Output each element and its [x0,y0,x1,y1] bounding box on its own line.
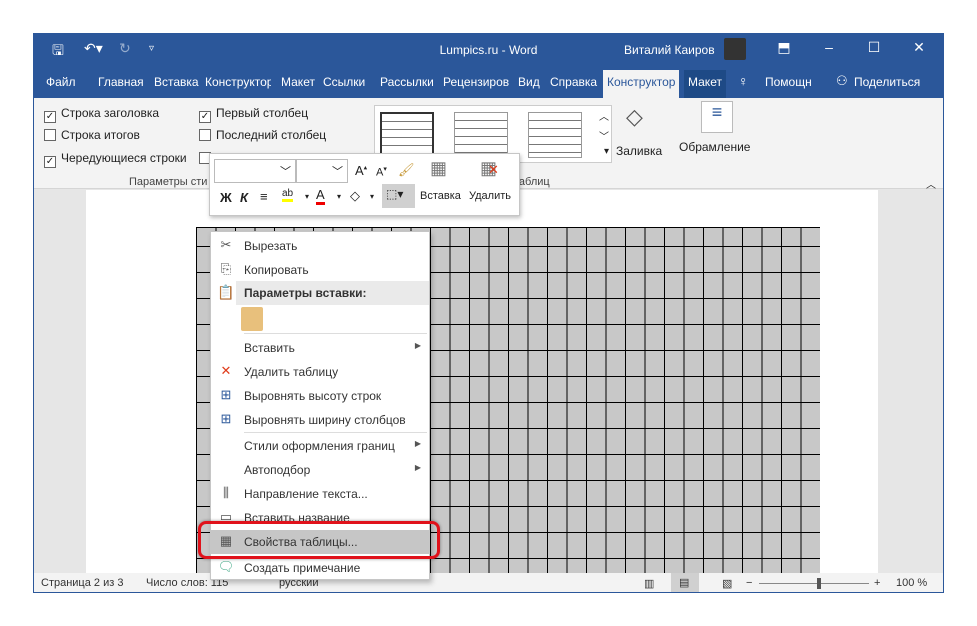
menu-item-copy[interactable]: ⎘ Копировать [211,258,429,282]
tab-insert[interactable]: Вставка [154,75,199,89]
shading-color-icon[interactable]: ◇ [350,188,360,204]
menu-item-new-comment[interactable]: 🗨 Создать примечание [211,556,429,580]
submenu-arrow-icon: ▶ [414,439,421,448]
tab-table-design[interactable]: Конструктор [603,70,680,98]
menu-item-delete-table[interactable]: ✕ Удалить таблицу [211,360,429,384]
table-style-option[interactable] [454,112,508,158]
first-column-checkbox[interactable]: ✓ Первый столбец [199,106,308,123]
delete-table-mini-icon[interactable]: ▦✕ [480,158,499,179]
copy-icon: ⎘ [220,261,232,276]
highlight-color-icon[interactable]: ab [282,188,294,202]
read-mode-icon[interactable]: ▥ [644,577,654,590]
lightbulb-icon: ♀ [738,73,749,89]
paste-options-header: Параметры вставки: [236,281,429,305]
highlight-annotation [198,521,440,559]
collapse-ribbon-icon[interactable]: ︿ [926,176,936,191]
table-style-option[interactable] [528,112,582,158]
highlight-dropdown-icon[interactable]: ▾ [305,192,309,201]
print-layout-icon[interactable]: ▤ [671,573,699,592]
web-layout-icon[interactable]: ▧ [722,577,732,590]
group-label-style-options: Параметры сти [129,176,208,188]
title-bar: 🖫 ↶▾ ↻ ▿ Lumpics.ru - Word Виталий Каиро… [34,34,943,65]
submenu-arrow-icon: ▶ [414,341,421,350]
ribbon-display-icon[interactable]: ⬒ [774,39,794,56]
menu-item-insert[interactable]: Вставить ▶ [211,336,429,360]
distribute-columns-icon: ⊞ [220,411,232,426]
shading-icon[interactable]: ◇ [626,104,643,130]
zoom-in-icon[interactable]: + [874,577,880,589]
tab-references[interactable]: Ссылки [323,75,365,89]
tab-mailings[interactable]: Рассылки [380,75,434,89]
shading-dropdown-icon[interactable]: ▾ [370,192,374,201]
font-name-dropdown[interactable]: ﹀ [214,159,296,183]
menu-item-distribute-columns[interactable]: ⊞ Выровнять ширину столбцов [211,408,429,432]
menu-item-border-styles[interactable]: Стили оформления границ ▶ [211,434,429,458]
submenu-arrow-icon: ▶ [414,463,421,472]
bold-button[interactable]: Ж [220,190,232,205]
comment-icon: 🗨 [217,559,235,574]
tab-help[interactable]: Справка [550,75,597,89]
delete-table-icon: ✕ [220,363,232,378]
delete-button[interactable]: Удалить [469,190,511,202]
page [86,190,878,573]
avatar[interactable] [724,38,746,60]
word-window: 🖫 ↶▾ ↻ ▿ Lumpics.ru - Word Виталий Каиро… [33,33,944,593]
minimize-icon[interactable]: – [819,39,839,55]
italic-button[interactable]: К [240,190,248,205]
insert-table-icon[interactable]: ▦ [430,158,447,179]
align-center-icon[interactable]: ≡ [260,189,268,204]
page-count[interactable]: Страница 2 из 3 [41,577,123,589]
close-icon[interactable]: ✕ [909,39,929,56]
user-name[interactable]: Виталий Каиров [624,43,715,57]
tab-home[interactable]: Главная [98,75,144,89]
gallery-more-icon[interactable]: ▾ [604,146,609,157]
borders-mini-button[interactable]: ⬚▾ [382,184,415,208]
status-bar: Страница 2 из 3 Число слов: 115 русский … [34,573,943,592]
tab-design[interactable]: Конструктор [205,75,271,89]
gallery-scroll-up-icon[interactable]: ︿ [599,108,609,123]
menu-item-text-direction[interactable]: ⫼ Направление текста... [211,482,429,506]
header-row-checkbox[interactable]: ✓ Строка заголовка [44,106,159,123]
tab-review[interactable]: Рецензиров [443,75,509,89]
total-row-checkbox[interactable]: Строка итогов [44,128,140,142]
tab-view[interactable]: Вид [518,75,540,89]
insert-button[interactable]: Вставка [420,190,461,202]
distribute-rows-icon: ⊞ [220,387,232,402]
grow-font-icon[interactable]: A▴ [355,163,367,178]
text-direction-icon: ⫼ [223,485,229,500]
shading-button[interactable]: Заливка [616,144,662,158]
share-icon: ⚇ [836,73,848,88]
borders-button[interactable]: Обрамление [679,140,750,154]
last-column-checkbox[interactable]: Последний столбец [199,128,326,142]
tab-table-layout[interactable]: Макет [684,70,726,98]
paste-keep-formatting-button[interactable] [241,307,263,331]
zoom-level[interactable]: 100 % [896,577,927,589]
font-color-icon[interactable]: A [316,187,325,205]
paste-icon: 📋 [217,284,235,300]
maximize-icon[interactable]: ☐ [864,39,884,56]
zoom-slider[interactable] [759,583,869,584]
font-color-dropdown-icon[interactable]: ▾ [337,192,341,201]
gallery-scroll-down-icon[interactable]: ﹀ [599,128,609,143]
borders-icon[interactable]: ≡ [701,101,733,133]
banded-rows-checkbox[interactable]: ✓ Чередующиеся строки [44,151,187,168]
tab-file[interactable]: Файл [46,75,76,89]
shrink-font-icon[interactable]: A▾ [376,165,387,179]
scissors-icon: ✂ [220,237,232,252]
share-button[interactable]: Поделиться [854,75,920,89]
document-area [34,190,943,573]
menu-item-cut[interactable]: ✂ Вырезать [211,234,429,258]
ribbon-tabs: Файл Главная Вставка Конструктор Макет С… [34,65,943,98]
zoom-out-icon[interactable]: − [746,577,752,589]
zoom-slider-thumb[interactable] [817,578,821,589]
table-style-option[interactable] [380,112,434,158]
tab-tell-me[interactable]: Помощн [765,75,812,89]
mini-toolbar: ﹀ ﹀ A▴ A▾ 🖌 Ж К ≡ ab ▾ A ▾ ◇ ▾ ⬚▾ ▦ Вста… [209,153,520,216]
tab-layout[interactable]: Макет [281,75,315,89]
menu-item-distribute-rows[interactable]: ⊞ Выровнять высоту строк [211,384,429,408]
window-title: Lumpics.ru - Word [439,43,538,57]
format-painter-icon[interactable]: 🖌 [398,162,415,178]
menu-item-autofit[interactable]: Автоподбор ▶ [211,458,429,482]
font-size-dropdown[interactable]: ﹀ [296,159,348,183]
